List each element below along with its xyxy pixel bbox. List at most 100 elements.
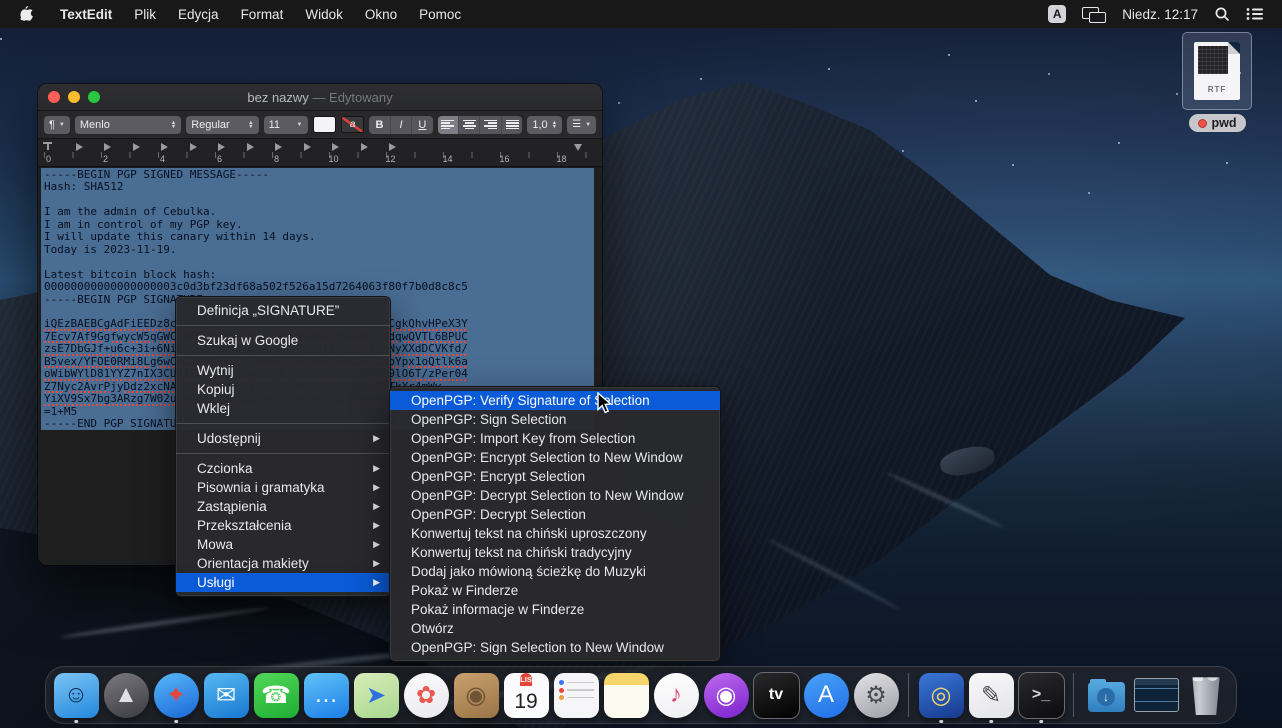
dock-item-facetime[interactable]: ☎: [251, 667, 301, 723]
align-right-button[interactable]: [480, 116, 501, 134]
dock-item-keychain-access[interactable]: ◎: [916, 667, 966, 723]
edited-indicator: — Edytowany: [312, 90, 392, 105]
submenu-item-2[interactable]: OpenPGP: Import Key from Selection: [390, 429, 720, 448]
paragraph-style-control[interactable]: ¶▼: [44, 116, 70, 134]
submenu-item-7[interactable]: Konwertuj tekst na chiński uproszczony: [390, 524, 720, 543]
line-spacing-control[interactable]: 1,0 ▲▼: [527, 116, 562, 134]
tab-stop-marker[interactable]: [275, 143, 282, 151]
context-menu-item-kopiuj[interactable]: Kopiuj: [176, 380, 390, 399]
menubar-menu-widok[interactable]: Widok: [294, 7, 354, 22]
dock-item-system-preferences[interactable]: ⚙: [851, 667, 901, 723]
dock-item-contacts[interactable]: ◉: [451, 667, 501, 723]
menubar-menu-edycja[interactable]: Edycja: [167, 7, 230, 22]
dock-item-safari[interactable]: ✦: [151, 667, 201, 723]
underline-button[interactable]: U: [412, 116, 432, 134]
submenu-item-3[interactable]: OpenPGP: Encrypt Selection to New Window: [390, 448, 720, 467]
submenu-item-11[interactable]: Pokaż informacje w Finderze: [390, 600, 720, 619]
dock-item-calendar[interactable]: LIS19: [501, 667, 551, 723]
dock-item-mail[interactable]: ✉: [201, 667, 251, 723]
dock-item-music[interactable]: ♪: [651, 667, 701, 723]
italic-button[interactable]: I: [391, 116, 412, 134]
spotlight-search-icon[interactable]: [1214, 6, 1230, 22]
dock-item-messages[interactable]: …: [301, 667, 351, 723]
input-source-indicator[interactable]: A: [1048, 5, 1066, 23]
context-menu-item-wklej[interactable]: Wklej: [176, 399, 390, 418]
context-menu-item-mowa[interactable]: Mowa▶: [176, 535, 390, 554]
tab-stop-marker[interactable]: [161, 143, 168, 151]
tab-stop-marker[interactable]: [76, 143, 83, 151]
justify-button[interactable]: [502, 116, 522, 134]
screen-mirroring-icon[interactable]: [1082, 7, 1106, 22]
context-menu-item-pisownia-i-gramatyka[interactable]: Pisownia i gramatyka▶: [176, 478, 390, 497]
dock-item-minimized-terminal-window[interactable]: [1131, 667, 1181, 723]
tab-stop-marker[interactable]: [104, 143, 111, 151]
dock-item-apple-tv[interactable]: tv: [751, 667, 801, 723]
tab-stop-marker[interactable]: [218, 143, 225, 151]
apple-menu-icon[interactable]: [20, 6, 35, 22]
background-color-well[interactable]: a: [341, 116, 364, 133]
tab-stop-marker[interactable]: [389, 143, 396, 151]
tab-stop-marker[interactable]: [247, 143, 254, 151]
dock-item-launchpad[interactable]: ▲: [101, 667, 151, 723]
submenu-item-8[interactable]: Konwertuj tekst na chiński tradycyjny: [390, 543, 720, 562]
dock-item-maps[interactable]: ➤: [351, 667, 401, 723]
dock-item-textedit[interactable]: ✎: [966, 667, 1016, 723]
window-titlebar[interactable]: bez nazwy — Edytowany: [38, 84, 602, 111]
menubar-app-name[interactable]: TextEdit: [49, 7, 123, 22]
menu-item-label: OpenPGP: Encrypt Selection to New Window: [411, 450, 710, 465]
dock-item-notes[interactable]: [601, 667, 651, 723]
tab-stop-marker[interactable]: [332, 143, 339, 151]
bold-button[interactable]: B: [369, 116, 390, 134]
dock-item-app-store[interactable]: A: [801, 667, 851, 723]
dock-item-trash[interactable]: [1181, 667, 1231, 723]
submenu-item-0[interactable]: OpenPGP: Verify Signature of Selection: [390, 391, 720, 410]
list-style-control[interactable]: ☰ ▼: [567, 116, 596, 134]
left-indent-marker[interactable]: [43, 142, 52, 150]
menubar-menu-pomoc[interactable]: Pomoc: [408, 7, 472, 22]
menu-list-icon[interactable]: [1246, 7, 1264, 21]
tab-stop-marker[interactable]: [361, 143, 368, 151]
ruler[interactable]: 024681012141618: [38, 139, 602, 167]
dock-item-terminal[interactable]: >_: [1016, 667, 1066, 723]
context-menu-item-czcionka[interactable]: Czcionka▶: [176, 459, 390, 478]
menubar-menu-format[interactable]: Format: [230, 7, 295, 22]
menubar-clock[interactable]: Niedz. 12:17: [1122, 7, 1198, 22]
tab-stop-marker[interactable]: [133, 143, 140, 151]
menubar-menu-plik[interactable]: Plik: [123, 7, 167, 22]
context-menu-item-orientacja-makiety[interactable]: Orientacja makiety▶: [176, 554, 390, 573]
context-menu-item-zastąpienia[interactable]: Zastąpienia▶: [176, 497, 390, 516]
dock-item-finder[interactable]: ☺: [51, 667, 101, 723]
dock-item-downloads-folder[interactable]: ↓: [1081, 667, 1131, 723]
context-menu-item-udostępnij[interactable]: Udostępnij▶: [176, 429, 390, 448]
desktop-file-pwd[interactable]: RTF pwd: [1181, 32, 1253, 133]
submenu-item-1[interactable]: OpenPGP: Sign Selection: [390, 410, 720, 429]
dock-separator: [908, 673, 909, 717]
align-left-button[interactable]: [438, 116, 459, 134]
submenu-item-6[interactable]: OpenPGP: Decrypt Selection: [390, 505, 720, 524]
context-menu-item-szukaj-w-google[interactable]: Szukaj w Google: [176, 331, 390, 350]
safari-icon: ✦: [154, 673, 199, 718]
tab-stop-marker[interactable]: [304, 143, 311, 151]
submenu-item-5[interactable]: OpenPGP: Decrypt Selection to New Window: [390, 486, 720, 505]
submenu-item-13[interactable]: OpenPGP: Sign Selection to New Window: [390, 638, 720, 657]
menubar-menu-okno[interactable]: Okno: [354, 7, 408, 22]
align-center-button[interactable]: [459, 116, 480, 134]
right-indent-marker[interactable]: [574, 144, 582, 151]
text-color-well[interactable]: [313, 116, 336, 133]
submenu-item-12[interactable]: Otwórz: [390, 619, 720, 638]
context-menu-item-definicja-signature-[interactable]: Definicja „SIGNATURE”: [176, 301, 390, 320]
dock-item-photos[interactable]: ✿: [401, 667, 451, 723]
context-menu-item-usługi[interactable]: Usługi▶: [176, 573, 390, 592]
dock-item-reminders[interactable]: [551, 667, 601, 723]
font-size-select[interactable]: 11 ▼: [264, 116, 308, 134]
context-menu-item-wytnij[interactable]: Wytnij: [176, 361, 390, 380]
submenu-item-9[interactable]: Dodaj jako mówioną ścieżkę do Muzyki: [390, 562, 720, 581]
tab-stop-marker[interactable]: [190, 143, 197, 151]
context-menu-item-przekształcenia[interactable]: Przekształcenia▶: [176, 516, 390, 535]
dock-item-podcasts[interactable]: ◉: [701, 667, 751, 723]
submenu-arrow-icon: ▶: [373, 558, 380, 569]
font-style-select[interactable]: Regular ▲▼: [186, 116, 258, 134]
font-family-select[interactable]: Menlo ▲▼: [75, 116, 181, 134]
submenu-item-10[interactable]: Pokaż w Finderze: [390, 581, 720, 600]
submenu-item-4[interactable]: OpenPGP: Encrypt Selection: [390, 467, 720, 486]
